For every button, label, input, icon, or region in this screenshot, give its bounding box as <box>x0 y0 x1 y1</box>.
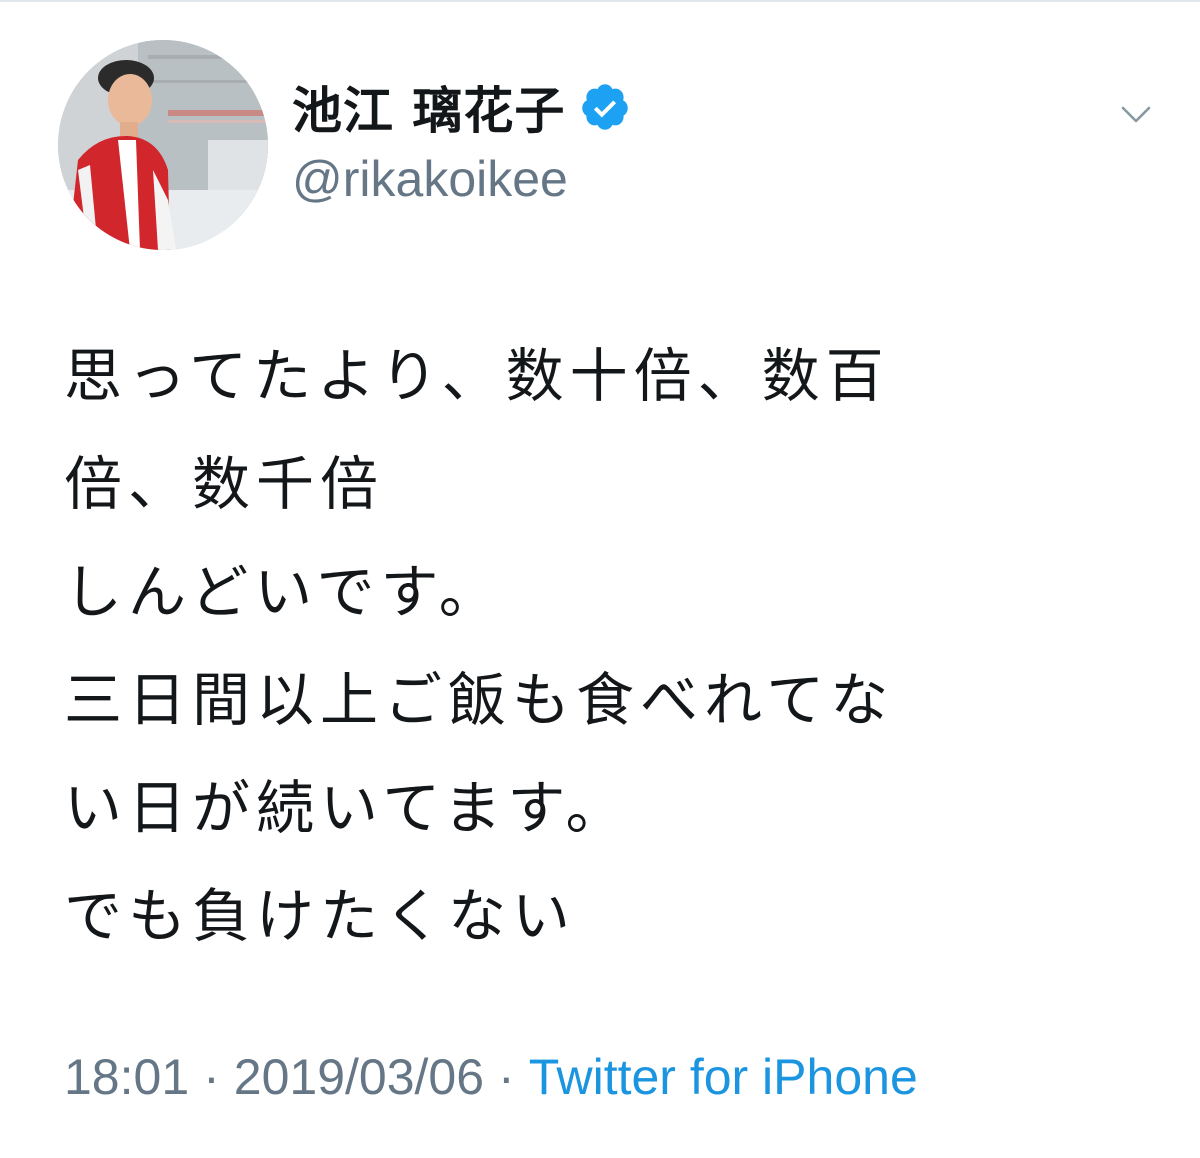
tweet-menu-button[interactable] <box>1118 96 1154 132</box>
tweet-text-line: 三日間以上ご飯も食べれてな <box>64 666 895 734</box>
tweet-text-line: 思ってたより、数十倍、数百 <box>64 342 890 410</box>
tweet-time[interactable]: 18:01 <box>64 1048 189 1106</box>
tweet-metadata: 18:01 · 2019/03/06 · Twitter for iPhone <box>64 1042 918 1112</box>
tweet-text-line: い日が続いてます。 <box>64 774 630 842</box>
display-name[interactable]: 池江 璃花子 <box>292 71 565 143</box>
author-name-row[interactable]: 池江 璃花子 <box>292 72 631 142</box>
meta-separator: · <box>498 1049 515 1105</box>
tweet-source-link[interactable]: Twitter for iPhone <box>529 1048 918 1106</box>
author-handle[interactable]: @rikakoikee <box>292 150 568 208</box>
tweet-text-line: 倍、数千倍 <box>64 450 385 518</box>
profile-photo-icon <box>58 40 268 250</box>
chevron-down-icon <box>1121 106 1151 123</box>
avatar[interactable] <box>58 40 268 250</box>
tweet-text-line: でも負けたくない <box>64 882 577 950</box>
top-divider <box>0 0 1200 2</box>
tweet-text: 思ってたより、数十倍、数百 倍、数千倍 しんどいです。 三日間以上ご飯も食べれて… <box>64 322 1144 970</box>
meta-separator: · <box>203 1049 220 1105</box>
verified-badge-icon <box>579 81 631 133</box>
tweet-text-line: しんどいです。 <box>64 558 503 626</box>
tweet-date[interactable]: 2019/03/06 <box>234 1048 484 1106</box>
